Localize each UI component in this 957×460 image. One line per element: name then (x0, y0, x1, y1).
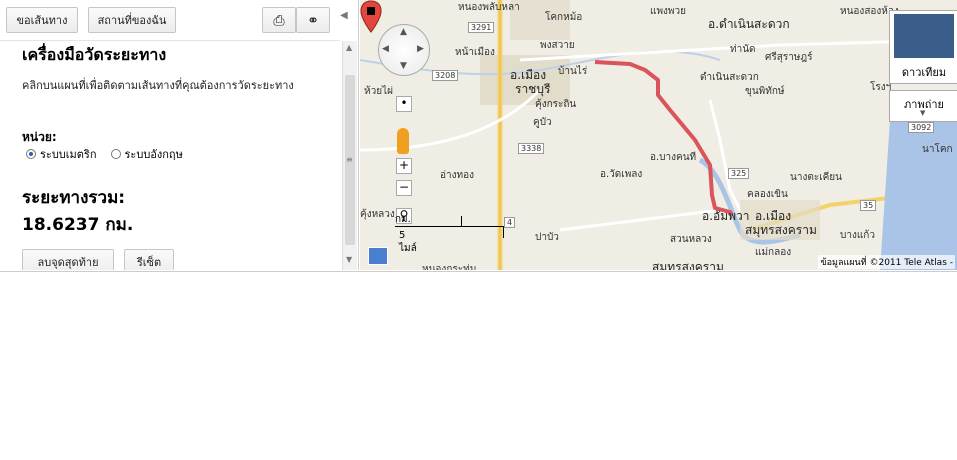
map-label: ห้วยไผ่ (364, 86, 393, 97)
road-number: 35 (860, 200, 877, 211)
sidebar: ขอเส้นทาง สถานที่ของฉัน ⎙ ⚭ ◀ เครื่องมือ… (0, 0, 359, 270)
pan-up-icon[interactable]: ▲ (400, 27, 407, 37)
pan-right-icon[interactable]: ▶ (417, 44, 424, 54)
map-label: สวนหลวง (670, 234, 712, 245)
scale-mi-label: 5 ไมล์ (399, 230, 417, 254)
distance-tool-panel: เครื่องมือวัดระยะทาง คลิกบนแผนที่เพื่อติ… (0, 41, 340, 270)
scale-km-label: กม. (395, 214, 411, 225)
map-label: โคกหม้อ (545, 12, 583, 23)
total-distance-label: ระยะทางรวม: (22, 188, 126, 208)
remove-last-point-button[interactable]: ลบจุดสุดท้าย (22, 249, 114, 270)
map-label: พงสวาย (540, 40, 575, 51)
google-logo-icon[interactable] (368, 247, 388, 265)
map-canvas[interactable]: หนองพลับหลา โคกหม้อ แพงพวย หนองสองห้อง อ… (360, 0, 957, 270)
zoom-out-button[interactable]: − (396, 180, 412, 196)
link-icon: ⚭ (307, 13, 319, 29)
pan-down-icon[interactable]: ▼ (400, 61, 407, 71)
zoom-in-button[interactable]: + (396, 158, 412, 174)
directions-button[interactable]: ขอเส้นทาง (6, 7, 78, 33)
road-number: 3092 (908, 122, 935, 133)
satellite-maptype-button[interactable]: ดาวเทียม (889, 10, 957, 84)
page-divider (0, 271, 957, 272)
printer-icon: ⎙ (273, 13, 285, 29)
map-label: แม่กลอง (755, 247, 792, 258)
map-copyright: ข้อมูลแผนที่ ©2011 Tele Atlas - (818, 255, 955, 269)
map-label: บางแก้ว (840, 230, 875, 241)
imperial-label[interactable]: ระบบอังกฤษ (125, 145, 183, 163)
map-label: ศรีสุราษฎร์ (765, 52, 813, 63)
map-label: สมุทรสงคราม (652, 260, 724, 270)
panel-title: เครื่องมือวัดระยะทาง (22, 45, 167, 64)
map-label: สมุทรสงคราม (745, 223, 817, 237)
my-places-button[interactable]: สถานที่ของฉัน (88, 7, 176, 33)
map-label: หนองพลับหลา (458, 2, 520, 13)
map-label: อ.อัมพวา (702, 209, 750, 223)
sidebar-scrollbar[interactable]: ▲ ≡ ▼ (342, 41, 357, 270)
scroll-down-icon[interactable]: ▼ (346, 255, 352, 264)
chevron-down-icon: ▼ (920, 109, 926, 117)
map-label: ดำเนินสะดวก (700, 72, 759, 83)
scroll-up-icon[interactable]: ▲ (346, 43, 352, 52)
metric-label[interactable]: ระบบเมตริก (40, 145, 97, 163)
road-number: 3291 (468, 22, 495, 33)
map-label: คลองเขิน (747, 189, 788, 200)
collapse-panel-icon[interactable]: ◀ (340, 10, 348, 21)
map-label: อ.บางคนที (650, 152, 697, 163)
map-label: นางตะเคียน (790, 172, 843, 183)
zoom-marker-icon[interactable]: • (396, 96, 412, 112)
map-label: อ.วัดเพลง (600, 169, 643, 180)
road-number: 3208 (432, 70, 459, 81)
scroll-grip-icon: ≡ (346, 155, 353, 164)
street-view-pegman-icon[interactable] (397, 128, 409, 154)
panel-description: คลิกบนแผนที่เพื่อติดตามเส้นทางที่คุณต้อง… (22, 79, 294, 92)
map-label: บ้านไร่ (558, 66, 588, 77)
reset-button[interactable]: รีเซ็ต (124, 249, 174, 270)
road-number: 4 (504, 217, 516, 228)
metric-radio[interactable] (26, 149, 36, 159)
map-label: นาโคก (922, 144, 953, 155)
map-label: คูบัว (533, 117, 552, 128)
map-label: หนองกระทุ่ม (422, 264, 477, 270)
sidebar-toolbar: ขอเส้นทาง สถานที่ของฉัน ⎙ ⚭ (0, 0, 340, 41)
unit-options: ระบบเมตริก ระบบอังกฤษ (26, 145, 183, 163)
total-distance-value: 18.6237 กม. (22, 215, 134, 235)
road-number: 3338 (518, 143, 545, 154)
map-label: ขุนพิทักษ์ (745, 86, 785, 97)
map-label: ท่านัด (730, 44, 756, 55)
pan-left-icon[interactable]: ◀ (382, 44, 389, 54)
map-label: ปาบัว (535, 232, 559, 243)
map-label: อ่างทอง (440, 170, 474, 181)
satellite-label: ดาวเทียม (901, 66, 947, 79)
pan-control[interactable]: ▲ ◀ ▶ ▼ (378, 24, 430, 76)
road-number: 325 (728, 168, 750, 179)
map-label: คุ้งกระถิน (535, 99, 577, 110)
map-label: คุ้งหลวง (360, 209, 395, 220)
map-scale: กม. 5 ไมล์ (395, 212, 504, 254)
map-label: แพงพวย (650, 6, 686, 17)
map-app: ขอเส้นทาง สถานที่ของฉัน ⎙ ⚭ ◀ เครื่องมือ… (0, 0, 957, 272)
print-button[interactable]: ⎙ (262, 7, 296, 33)
photo-layer-button[interactable]: ภาพถ่าย ▼ (889, 90, 957, 122)
map-label: หน้าเมือง (455, 47, 495, 58)
end-marker-icon[interactable] (360, 0, 382, 34)
link-button[interactable]: ⚭ (296, 7, 330, 33)
imperial-radio[interactable] (110, 149, 121, 159)
map-label: อ.ดำเนินสะดวก (708, 17, 790, 31)
satellite-thumbnail (894, 14, 954, 58)
